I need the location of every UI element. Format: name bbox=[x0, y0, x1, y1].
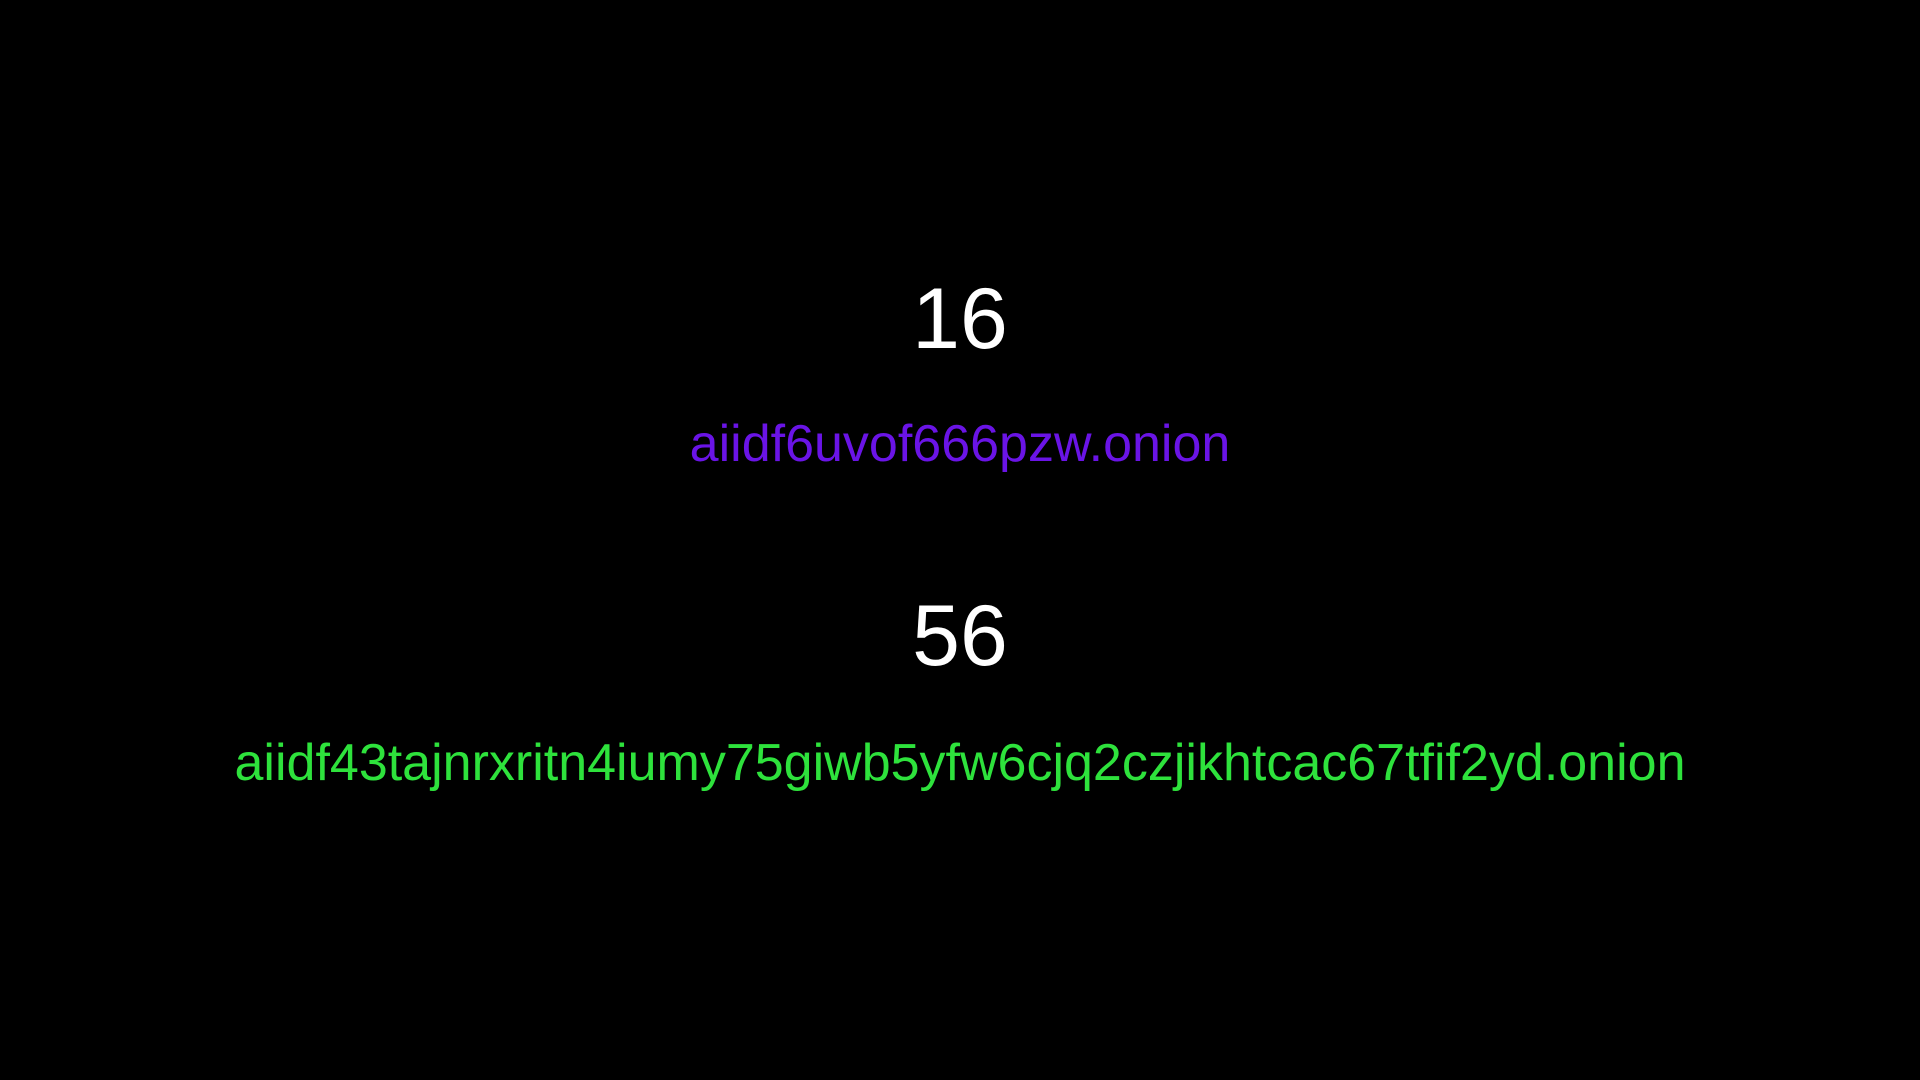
address-length-16: 16 bbox=[912, 271, 1008, 367]
address-length-56: 56 bbox=[912, 588, 1008, 684]
onion-address-v2: aiidf6uvof666pzw.onion bbox=[689, 415, 1231, 473]
onion-address-v3: aiidf43tajnrxritn4iumy75giwb5yfw6cjq2czj… bbox=[234, 734, 1686, 792]
slide: 16 aiidf6uvof666pzw.onion 56 aiidf43tajn… bbox=[0, 0, 1920, 1080]
